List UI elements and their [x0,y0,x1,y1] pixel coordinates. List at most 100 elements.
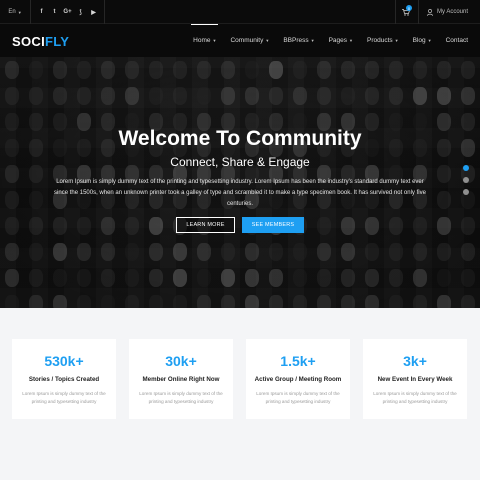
face-tile [317,295,331,308]
face-tile [365,87,379,105]
face-tile [29,87,43,105]
face-tile [413,295,427,308]
nav-item-home[interactable]: Home ▼ [191,24,219,57]
face-tile [245,295,259,308]
face-tile [245,87,259,105]
face-tile [53,243,67,261]
face-tile [389,87,403,105]
hero-banner: Welcome To Community Connect, Share & En… [0,57,480,308]
logo-main-text: SOCI [12,34,45,49]
cart-button[interactable]: 0 [396,0,416,24]
face-tile [269,243,283,261]
slider-dot[interactable] [463,189,469,195]
face-tile [77,217,91,235]
face-tile [53,269,67,287]
face-tile [5,87,19,105]
slider-dot[interactable] [463,165,469,171]
face-tile [341,295,355,308]
my-account-link[interactable]: My Account [419,8,480,16]
rss-icon[interactable]: ⟆ [77,8,84,16]
stat-card: 530k+ Stories / Topics Created Lorem Ips… [12,339,116,419]
face-tile [173,61,187,79]
google-plus-icon[interactable]: G+ [63,8,71,16]
main-navigation: SOCIFLY Home ▼ Community ▼ BBPress ▼ Pages ▼… [0,24,480,57]
face-tile [461,217,475,235]
social-divider [104,0,105,24]
social-links: f t G+ ⟆ ▶ [38,0,105,24]
nav-item-label: Blog [412,37,426,44]
see-members-button[interactable]: SEE MEMBERS [242,217,304,233]
stat-title: New Event In Every Week [377,376,453,383]
face-tile [365,269,379,287]
face-tile [317,269,331,287]
face-tile [101,87,115,105]
site-logo[interactable]: SOCIFLY [12,35,69,48]
face-tile [389,243,403,261]
face-tile [29,61,43,79]
face-tile [125,87,139,105]
chevron-down-icon: ▼ [394,38,399,43]
stat-value: 3k+ [403,353,427,369]
face-tile [389,217,403,235]
face-tile [221,87,235,105]
face-tile [269,295,283,308]
nav-item-label: Home [193,37,211,44]
nav-item-bbpress[interactable]: BBPress ▼ [283,24,314,57]
stat-card: 3k+ New Event In Every Week Lorem Ipsum … [363,339,467,419]
stat-value: 530k+ [44,353,84,369]
face-tile [29,269,43,287]
nav-item-products[interactable]: Products ▼ [367,24,399,57]
stat-description: Lorem Ipsum is simply dummy text of the … [256,391,340,404]
face-tile [173,87,187,105]
nav-item-contact[interactable]: Contact [446,24,468,57]
nav-item-community[interactable]: Community ▼ [230,24,269,57]
face-tile [245,243,259,261]
face-tile [125,61,139,79]
face-tile [317,87,331,105]
face-tile [77,61,91,79]
face-tile [461,269,475,287]
face-tile [197,269,211,287]
hero-title: Welcome To Community [118,127,362,150]
face-tile [365,295,379,308]
chevron-down-icon: ▼ [17,9,22,15]
chevron-down-icon: ▼ [349,38,353,43]
face-tile [317,61,331,79]
face-tile [389,61,403,79]
language-selector[interactable]: En ▼ [0,0,31,24]
face-tile [341,269,355,287]
nav-item-blog[interactable]: Blog ▼ [413,24,432,57]
face-tile [5,61,19,79]
facebook-icon[interactable]: f [38,8,45,16]
stat-card: 1.5k+ Active Group / Meeting Room Lorem … [246,339,350,419]
face-tile [173,243,187,261]
face-tile [149,217,163,235]
nav-item-label: Products [366,37,393,44]
face-tile [101,217,115,235]
stat-title: Member Online Right Now [142,376,220,383]
youtube-icon[interactable]: ▶ [90,8,97,16]
nav-item-pages[interactable]: Pages ▼ [329,24,353,57]
face-tile [5,295,19,308]
face-tile [53,217,67,235]
twitter-icon[interactable]: t [51,8,58,16]
user-icon [427,8,433,16]
face-tile [341,243,355,261]
chevron-down-icon: ▼ [265,38,270,43]
learn-more-button[interactable]: LEARN MORE [176,217,235,233]
chevron-down-icon: ▼ [310,38,315,43]
face-tile [77,295,91,308]
nav-item-label: Contact [445,37,468,44]
face-tile [341,217,355,235]
top-bar: En ▼ f t G+ ⟆ ▶ 0 My Account [0,0,480,24]
face-tile [221,61,235,79]
face-tile [437,243,451,261]
face-tile [197,87,211,105]
face-tile [5,191,19,209]
stats-section: 530k+ Stories / Topics Created Lorem Ips… [0,308,480,480]
hero-description: Lorem Ipsum is simply dummy text of the … [54,179,426,207]
slider-dot[interactable] [463,177,469,183]
face-tile [149,243,163,261]
face-tile [413,243,427,261]
face-tile [5,243,19,261]
